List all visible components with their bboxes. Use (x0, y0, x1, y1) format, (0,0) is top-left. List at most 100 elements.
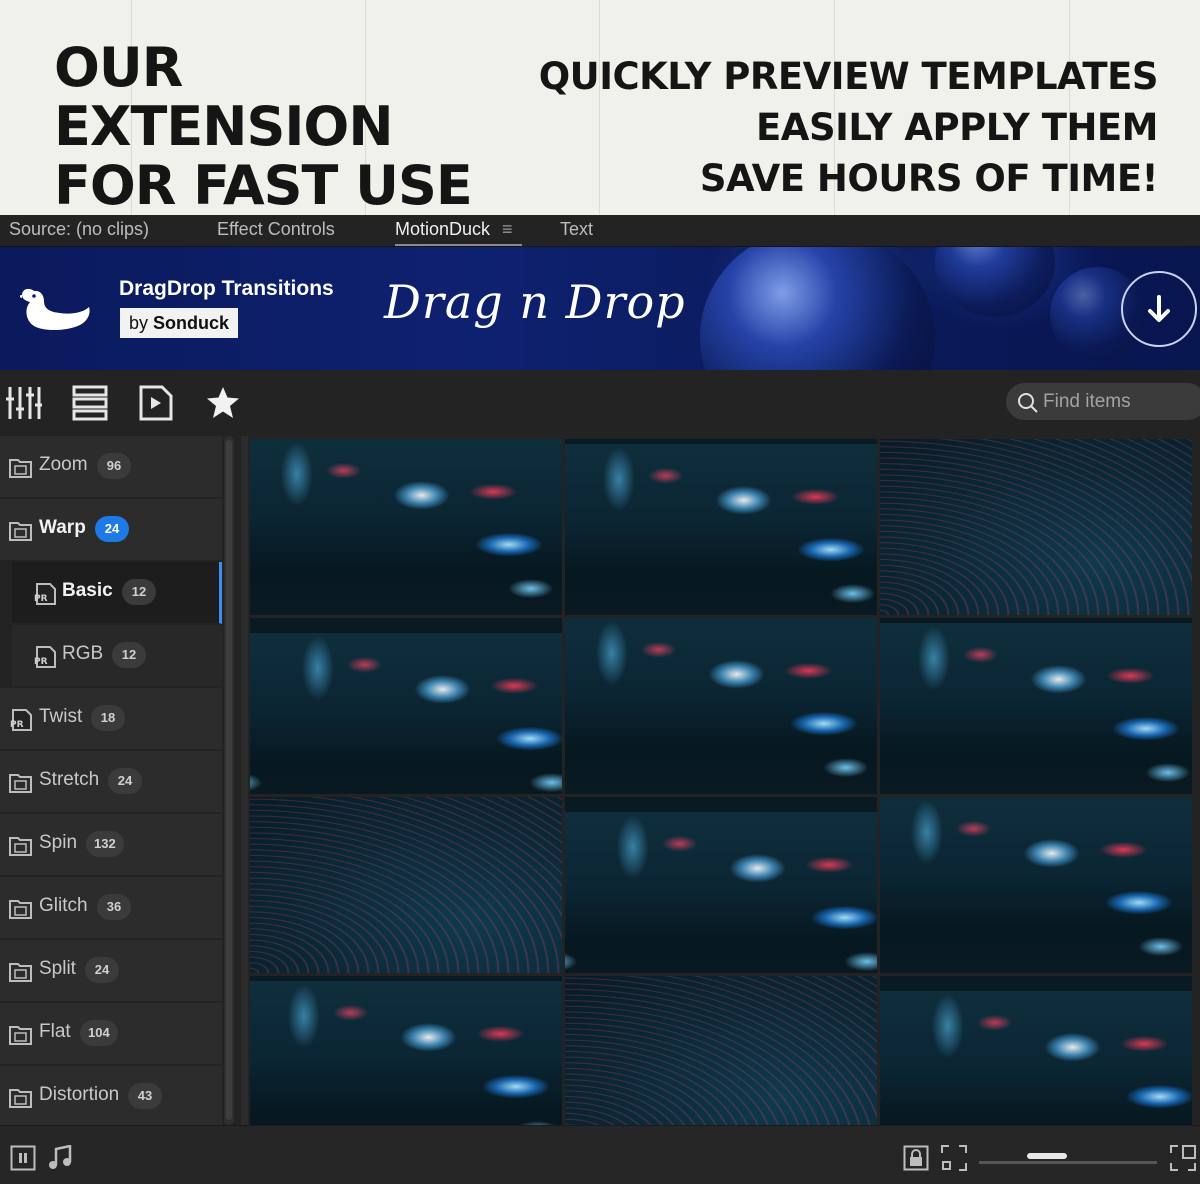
count-badge: 24 (108, 768, 142, 794)
folder-icon (9, 457, 33, 483)
promo-headline-line: EXTENSION (54, 95, 394, 158)
sidebar-item-flat[interactable]: Flat 104 (0, 1003, 222, 1065)
author-badge[interactable]: by Sonduck (120, 308, 239, 338)
author-prefix: by (129, 313, 149, 333)
author-name: Sonduck (153, 313, 230, 333)
folder-icon (9, 898, 33, 924)
folder-icon (9, 1024, 33, 1050)
count-badge: 96 (97, 453, 131, 479)
folder-icon (9, 961, 33, 987)
search-box[interactable] (1006, 383, 1200, 420)
count-badge: 43 (128, 1083, 162, 1109)
sidebar-item-label: Twist (39, 706, 83, 727)
premiere-file-icon: PR (33, 583, 57, 609)
tab-label: MotionDuck (395, 219, 491, 239)
template-thumbnail[interactable] (880, 439, 1192, 615)
zoom-slider-handle[interactable] (1027, 1153, 1068, 1159)
tab-effect-controls[interactable]: Effect Controls (217, 215, 335, 246)
premiere-file-icon: PR (9, 709, 33, 735)
grid-scroll-strip (241, 436, 248, 1125)
sidebar-item-label: Warp (39, 517, 86, 538)
svg-text:PR: PR (10, 720, 24, 730)
sidebar-item-distortion[interactable]: Distortion 43 (0, 1066, 222, 1125)
count-badge: 12 (112, 642, 146, 668)
sidebar-item-label: Split (39, 958, 76, 979)
sidebar-item-split[interactable]: Split 24 (0, 940, 222, 1002)
template-thumbnail[interactable] (880, 797, 1192, 973)
sidebar-scrollbar[interactable] (224, 436, 234, 1125)
sidebar-item-label: Stretch (39, 769, 100, 790)
bottom-bar (0, 1125, 1200, 1184)
sidebar-item-stretch[interactable]: Stretch 24 (0, 751, 222, 813)
template-thumbnail[interactable] (250, 618, 562, 794)
small-grid-icon[interactable] (941, 1145, 967, 1171)
tab-text[interactable]: Text (560, 215, 593, 246)
tab-source[interactable]: Source: (no clips) (9, 215, 149, 246)
template-thumbnail[interactable] (880, 976, 1192, 1125)
template-thumbnail[interactable] (250, 439, 562, 615)
count-badge: 132 (86, 831, 124, 857)
sidebar-item-warp[interactable]: Warp 24 (0, 499, 222, 561)
sidebar-item-label: Zoom (39, 454, 88, 475)
lock-icon[interactable] (903, 1145, 929, 1171)
sliders-icon[interactable] (6, 385, 42, 421)
sidebar-item-label: Flat (39, 1021, 71, 1042)
template-thumbnail[interactable] (250, 797, 562, 973)
template-thumbnail[interactable] (250, 976, 562, 1125)
star-icon[interactable] (205, 385, 241, 421)
count-badge: 24 (95, 516, 129, 542)
template-grid (238, 436, 1200, 1125)
arrow-down-icon (1148, 295, 1170, 322)
sidebar-item-glitch[interactable]: Glitch 36 (0, 877, 222, 939)
tab-motionduck[interactable]: MotionDuck ≡ (395, 215, 522, 246)
list-layout-icon[interactable] (72, 385, 108, 421)
sidebar-item-basic[interactable]: PR Basic 12 (12, 562, 222, 624)
zoom-slider-track[interactable] (979, 1161, 1157, 1164)
template-thumbnail[interactable] (565, 976, 877, 1125)
sidebar-item-label: RGB (62, 643, 104, 664)
template-thumbnail[interactable] (565, 797, 877, 973)
panel-menu-icon[interactable]: ≡ (502, 215, 513, 243)
premiere-file-icon: PR (33, 646, 57, 672)
promo-headline-line: OUR (54, 36, 183, 99)
sidebar-item-label: Basic (62, 580, 113, 601)
large-grid-icon[interactable] (1170, 1145, 1196, 1171)
promo-feature-line: EASILY APPLY THEM (756, 106, 1158, 149)
promo-features: QUICKLY PREVIEW TEMPLATES EASILY APPLY T… (538, 51, 1159, 204)
category-sidebar: Zoom 96 Warp 24 PR Basic 12 PR RGB 12 PR Twist 18 Str… (0, 436, 238, 1125)
count-badge: 36 (97, 894, 131, 920)
tab-label: Effect Controls (217, 219, 335, 239)
search-icon (1018, 393, 1038, 413)
sidebar-item-rgb[interactable]: PR RGB 12 (12, 625, 222, 687)
promo-feature-line: QUICKLY PREVIEW TEMPLATES (538, 55, 1159, 98)
decorative-sphere (935, 247, 1055, 317)
svg-text:PR: PR (34, 594, 48, 604)
sidebar-item-twist[interactable]: PR Twist 18 (0, 688, 222, 750)
scrollbar-thumb[interactable] (226, 440, 232, 1120)
search-input[interactable] (1043, 383, 1193, 420)
sidebar-item-label: Glitch (39, 895, 88, 916)
decorative-sphere (700, 247, 935, 370)
promo-headline-line: FOR FAST USE (54, 154, 473, 215)
template-thumbnail[interactable] (880, 618, 1192, 794)
media-file-icon[interactable] (138, 385, 174, 421)
download-button[interactable] (1121, 271, 1197, 347)
folder-icon (9, 1087, 33, 1113)
music-note-icon[interactable] (47, 1145, 73, 1171)
tab-label: Source: (no clips) (9, 219, 150, 239)
panel-tab-bar: Source: (no clips) Effect Controls Motio… (0, 215, 1200, 247)
folder-icon (9, 835, 33, 861)
toolbar (0, 370, 1200, 436)
template-thumbnail[interactable] (565, 618, 877, 794)
tab-label: Text (560, 219, 594, 239)
count-badge: 12 (122, 579, 156, 605)
pause-icon[interactable] (10, 1145, 36, 1171)
plugin-banner: DragDrop Transitions by Sonduck Drag n D… (0, 247, 1200, 370)
count-badge: 104 (80, 1020, 118, 1046)
folder-icon (9, 520, 33, 546)
plugin-title: DragDrop Transitions (119, 277, 334, 300)
count-badge: 24 (85, 957, 119, 983)
template-thumbnail[interactable] (565, 439, 877, 615)
sidebar-item-spin[interactable]: Spin 132 (0, 814, 222, 876)
sidebar-item-zoom[interactable]: Zoom 96 (0, 436, 222, 498)
